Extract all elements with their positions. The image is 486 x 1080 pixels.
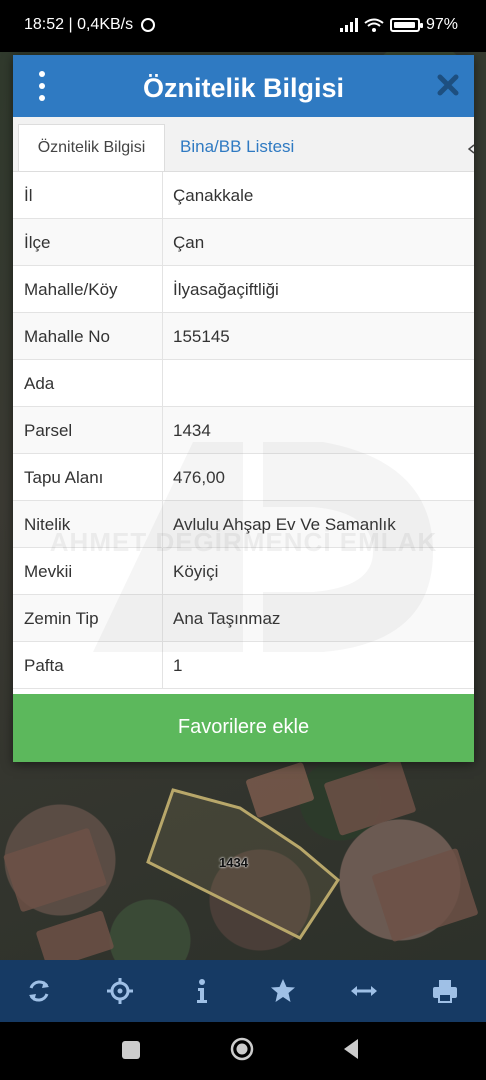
status-time-speed: 18:52 | 0,4KB/s bbox=[24, 16, 134, 33]
row-key: Mahalle/Köy bbox=[24, 280, 118, 299]
recent-apps-icon[interactable] bbox=[122, 1041, 140, 1059]
row-key: Mevkii bbox=[24, 562, 73, 581]
row-value: İlyasağaçiftliği bbox=[173, 280, 279, 299]
tab-scroll-indicator bbox=[468, 144, 474, 154]
row-value: Çanakkale bbox=[173, 186, 254, 205]
row-key: İl bbox=[24, 186, 33, 205]
dialog-title: Öznitelik Bilgisi bbox=[142, 73, 345, 103]
row-key: Parsel bbox=[24, 421, 73, 440]
info-icon[interactable] bbox=[187, 976, 217, 1006]
tab-building-list[interactable]: Bina/BB Listesi bbox=[180, 124, 294, 171]
measure-icon[interactable] bbox=[349, 976, 379, 1006]
alarm-icon bbox=[141, 18, 156, 32]
row-key: İlçe bbox=[24, 233, 51, 252]
tab-bar: Öznitelik Bilgisi Bina/BB Listesi bbox=[13, 117, 474, 172]
row-key: Ada bbox=[24, 374, 55, 393]
battery-percent: 97% bbox=[425, 16, 458, 33]
table-row: İlçe Çan bbox=[13, 219, 474, 266]
table-row: Mahalle/Köy İlyasağaçiftliği bbox=[13, 266, 474, 313]
table-row: Ada bbox=[13, 360, 474, 407]
status-bar: 18:52 | 0,4KB/s 97% bbox=[0, 0, 486, 52]
row-key: Pafta bbox=[24, 656, 64, 675]
row-value: 155145 bbox=[173, 327, 230, 346]
parcel-number-label: 1434 bbox=[219, 855, 248, 870]
watermark-text: AHMET DEĞİRMENCİ EMLAK bbox=[49, 527, 438, 557]
add-to-favorites-button[interactable]: Favorilere ekle bbox=[13, 694, 474, 762]
print-icon[interactable] bbox=[430, 976, 460, 1006]
back-icon[interactable] bbox=[342, 1037, 360, 1061]
close-icon[interactable] bbox=[436, 73, 460, 97]
wifi-icon bbox=[364, 18, 384, 32]
battery-icon bbox=[389, 18, 423, 32]
attribute-info-dialog: Öznitelik Bilgisi Öznitelik Bilgisi Bina… bbox=[13, 55, 474, 762]
bottom-toolbar bbox=[0, 960, 486, 1022]
tab-attribute-info[interactable]: Öznitelik Bilgisi bbox=[18, 124, 165, 171]
signal-icon bbox=[339, 18, 358, 32]
refresh-icon[interactable] bbox=[24, 976, 54, 1006]
table-row: İl Çanakkale bbox=[13, 172, 474, 219]
table-row: Mahalle No 155145 bbox=[13, 313, 474, 360]
star-icon[interactable] bbox=[268, 976, 298, 1006]
row-key: Mahalle No bbox=[24, 327, 110, 346]
dialog-header: Öznitelik Bilgisi bbox=[13, 55, 474, 117]
row-value: Çan bbox=[173, 233, 205, 252]
locate-icon[interactable] bbox=[105, 976, 135, 1006]
home-icon[interactable] bbox=[230, 1037, 254, 1061]
